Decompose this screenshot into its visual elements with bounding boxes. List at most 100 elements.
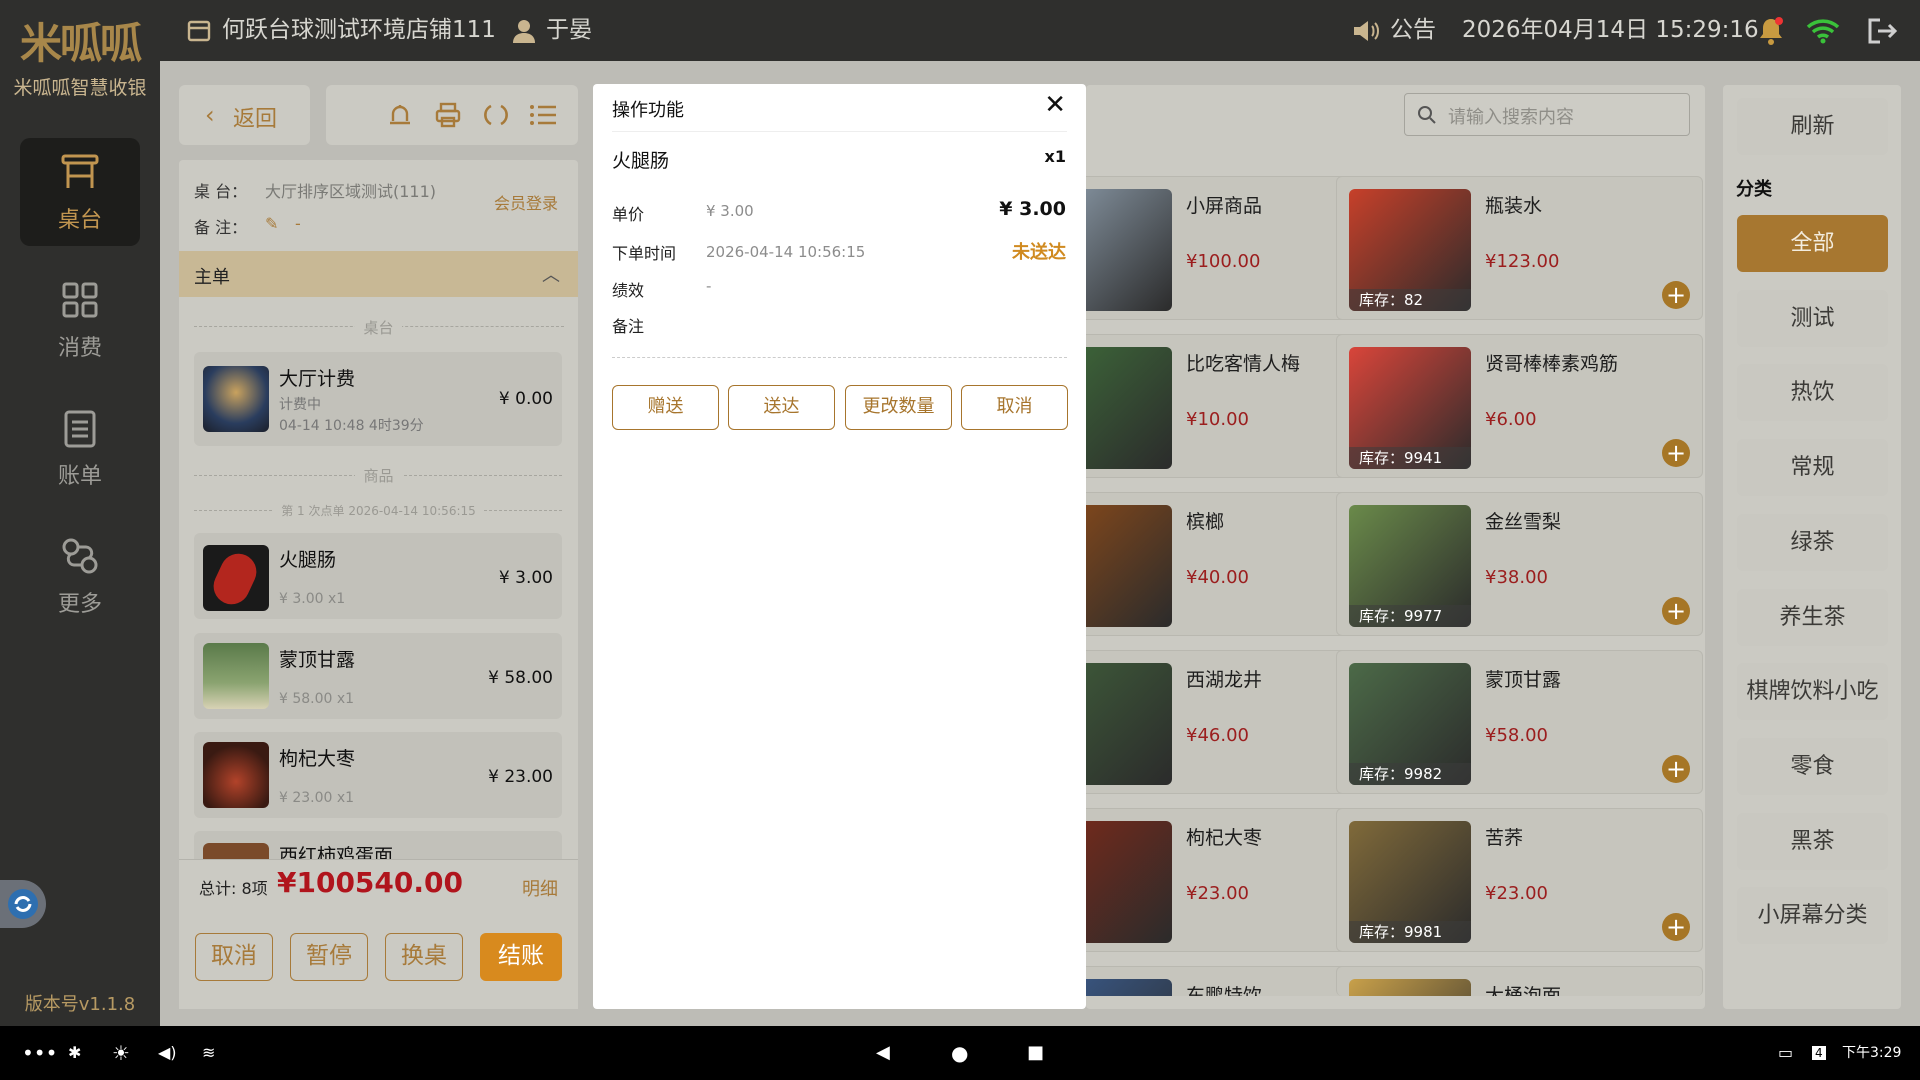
order-item[interactable]: 火腿肠 ¥ 3.00 x1 ¥ 3.00 bbox=[194, 533, 562, 619]
item-sub: ¥ 58.00 x1 bbox=[279, 691, 355, 707]
category-item[interactable]: 棋牌饮料小吃 bbox=[1737, 663, 1888, 721]
product-price: ¥46.00 bbox=[1186, 725, 1249, 746]
version-label: 版本号v1.1.8 bbox=[24, 994, 136, 1015]
speaker-icon[interactable] bbox=[1352, 0, 1380, 61]
user-icon bbox=[512, 0, 536, 61]
checkout-button[interactable]: 结账 bbox=[480, 933, 562, 981]
category-item[interactable]: 热饮 bbox=[1737, 364, 1888, 422]
product-name: 枸杞大枣 bbox=[1186, 827, 1263, 849]
product-card[interactable]: 大桶泡面 bbox=[1336, 966, 1703, 996]
product-price: ¥23.00 bbox=[1485, 883, 1548, 904]
category-item[interactable]: 小屏幕分类 bbox=[1737, 887, 1888, 945]
table-charge-item[interactable]: 大厅计费 计费中 04-14 10:48 4时39分 ¥ 0.00 bbox=[194, 352, 562, 446]
category-item[interactable]: 常规 bbox=[1737, 439, 1888, 497]
list-icon[interactable] bbox=[528, 101, 558, 129]
item-name: 蒙顶甘露 bbox=[279, 649, 356, 671]
category-item[interactable]: 黑茶 bbox=[1737, 812, 1888, 870]
total-label: 总计: 8项 bbox=[199, 879, 268, 898]
table-item-price: ¥ 0.00 bbox=[498, 389, 553, 409]
sync-icon[interactable] bbox=[482, 101, 510, 129]
category-item[interactable]: 绿茶 bbox=[1737, 513, 1888, 571]
order-item[interactable]: 西红柿鸡蛋面 bbox=[194, 831, 562, 859]
bluetooth-icon[interactable]: ✱ bbox=[68, 1026, 81, 1080]
product-card[interactable]: 库存：9977 金丝雪梨 ¥38.00 + bbox=[1336, 492, 1703, 636]
table-thumbnail bbox=[203, 366, 269, 432]
refresh-button[interactable]: 刷新 bbox=[1737, 98, 1888, 155]
change-table-button[interactable]: 换桌 bbox=[385, 933, 463, 981]
product-card[interactable]: 库存：9981 苦荞 ¥23.00 + bbox=[1336, 808, 1703, 952]
sidebar-item-tables[interactable]: 桌台 bbox=[20, 138, 140, 246]
product-card[interactable]: 库存：82 瓶装水 ¥123.00 + bbox=[1336, 176, 1703, 320]
printer-icon[interactable] bbox=[434, 101, 462, 129]
item-thumbnail bbox=[203, 843, 269, 859]
home-nav-icon[interactable]: ● bbox=[951, 1026, 968, 1080]
add-icon[interactable]: + bbox=[1662, 755, 1690, 783]
detail-link[interactable]: 明细 bbox=[522, 875, 558, 901]
product-stock: 库存：9981 bbox=[1349, 921, 1471, 943]
divider bbox=[612, 357, 1067, 358]
item-price: ¥ 23.00 bbox=[488, 767, 553, 787]
sidebar-item-consume[interactable]: 消费 bbox=[20, 266, 140, 374]
recents-nav-icon[interactable]: ■ bbox=[1027, 1026, 1044, 1080]
deliver-button[interactable]: 送达 bbox=[728, 385, 835, 430]
assistive-float-button[interactable] bbox=[0, 880, 46, 928]
order-toolbar bbox=[326, 85, 578, 145]
member-login-link[interactable]: 会员登录 bbox=[494, 190, 558, 214]
performance-label: 绩效 bbox=[612, 281, 645, 300]
top-bar: 何跃台球测试环境店铺111 于晏 公告 2026年04月14日 15:29:16 bbox=[0, 0, 1920, 61]
back-nav-icon[interactable]: ◀ bbox=[876, 1026, 890, 1080]
item-thumbnail bbox=[203, 643, 269, 709]
product-image: 库存：9977 bbox=[1349, 505, 1471, 627]
logout-icon[interactable] bbox=[1866, 0, 1898, 61]
product-stock: 库存：9982 bbox=[1349, 763, 1471, 785]
notice-link[interactable]: 公告 bbox=[1390, 0, 1436, 61]
delivery-status: 未送达 bbox=[1012, 242, 1066, 263]
bell-icon[interactable] bbox=[1757, 0, 1785, 61]
sidebar-item-more[interactable]: 更多 bbox=[20, 522, 140, 630]
back-button[interactable]: ‹ 返回 bbox=[179, 85, 310, 145]
table-item-status: 计费中 bbox=[279, 397, 321, 413]
system-clock: 下午3:29 bbox=[1842, 1045, 1902, 1061]
price-total: ¥ 3.00 bbox=[999, 198, 1066, 220]
add-icon[interactable]: + bbox=[1662, 913, 1690, 941]
cancel-button[interactable]: 取消 bbox=[961, 385, 1068, 430]
brand-logo: 米呱呱 米呱呱智慧收银 bbox=[0, 0, 160, 100]
order-item[interactable]: 蒙顶甘露 ¥ 58.00 x1 ¥ 58.00 bbox=[194, 633, 562, 719]
cancel-order-button[interactable]: 取消 bbox=[195, 933, 273, 981]
change-quantity-button[interactable]: 更改数量 bbox=[845, 385, 952, 430]
order-item[interactable]: 枸杞大枣 ¥ 23.00 x1 ¥ 23.00 bbox=[194, 732, 562, 818]
add-icon[interactable]: + bbox=[1662, 439, 1690, 467]
table-value: 大厅排序区域测试(111) bbox=[265, 182, 437, 201]
product-image: 库存：9981 bbox=[1349, 821, 1471, 943]
store-name: 何跃台球测试环境店铺111 bbox=[222, 17, 496, 43]
item-thumbnail bbox=[203, 742, 269, 808]
add-icon[interactable]: + bbox=[1662, 597, 1690, 625]
close-icon[interactable]: ✕ bbox=[1044, 90, 1066, 120]
edit-icon[interactable]: ✎ bbox=[265, 214, 278, 233]
gift-button[interactable]: 赠送 bbox=[612, 385, 719, 430]
category-item[interactable]: 零食 bbox=[1737, 737, 1888, 795]
product-card[interactable]: 库存：9982 蒙顶甘露 ¥58.00 + bbox=[1336, 650, 1703, 794]
product-card[interactable]: 库存：9941 贤哥棒棒素鸡筋 ¥6.00 + bbox=[1336, 334, 1703, 478]
section-goods-label: 商品 bbox=[179, 465, 578, 486]
product-name: 瓶装水 bbox=[1485, 195, 1543, 217]
wifi-icon bbox=[1806, 0, 1840, 61]
more-dots-icon[interactable]: ••• bbox=[22, 1026, 57, 1080]
item-sub: ¥ 3.00 x1 bbox=[279, 591, 346, 607]
category-item[interactable]: 养生茶 bbox=[1737, 588, 1888, 646]
category-item[interactable]: 测试 bbox=[1737, 289, 1888, 347]
service-bell-icon[interactable] bbox=[386, 101, 414, 129]
product-price: ¥40.00 bbox=[1186, 567, 1249, 588]
add-icon[interactable]: + bbox=[1662, 281, 1690, 309]
pause-button[interactable]: 暂停 bbox=[290, 933, 368, 981]
table-icon bbox=[61, 154, 99, 188]
screen-icon: ▭ bbox=[1778, 1043, 1794, 1062]
volume-icon[interactable]: ◀) bbox=[158, 1026, 177, 1080]
brightness-icon[interactable]: ☀ bbox=[112, 1026, 130, 1080]
sidebar-item-bills[interactable]: 账单 bbox=[20, 394, 140, 502]
remark-label: 备注 bbox=[612, 317, 645, 336]
category-item[interactable]: 全部 bbox=[1737, 215, 1888, 272]
search-input[interactable]: 请输入搜索内容 bbox=[1404, 93, 1690, 136]
wifi-small-icon[interactable]: ≋ bbox=[202, 1026, 215, 1080]
main-order-header[interactable]: 主单 ︿ bbox=[179, 251, 578, 297]
